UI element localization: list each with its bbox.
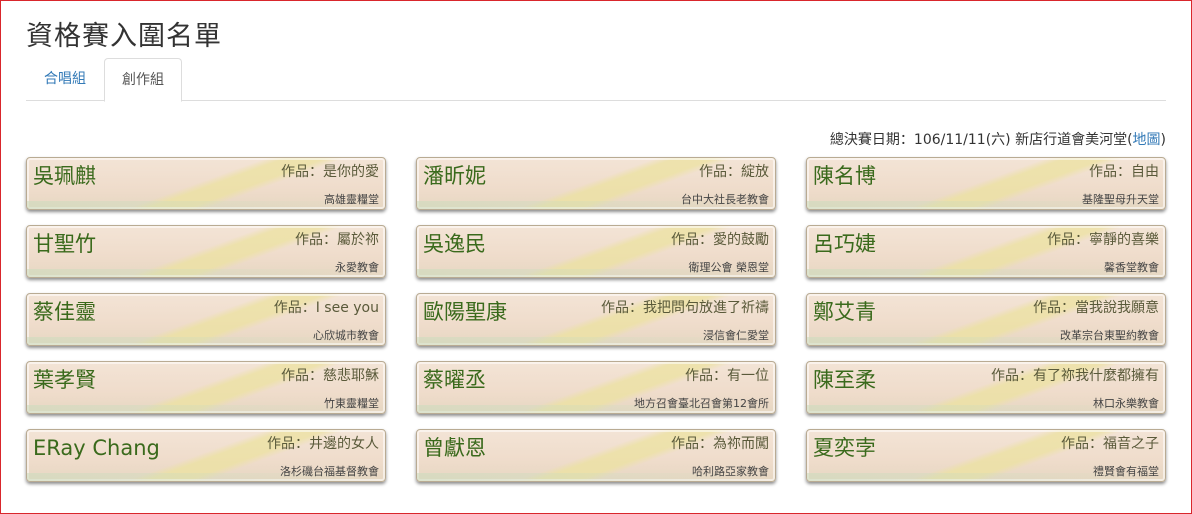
work-title: 屬於祢 xyxy=(337,232,379,248)
finalist-work: 作品：寧靜的喜樂 xyxy=(1047,229,1159,249)
finalist-church: 基隆聖母升天堂 xyxy=(1082,193,1159,206)
finalist-name: 蔡佳靈 xyxy=(33,300,96,324)
work-prefix: 作品： xyxy=(267,436,309,452)
finalist-name: ERay Chang xyxy=(33,436,160,460)
page-title: 資格賽入圍名單 xyxy=(26,21,222,52)
finalist-name: 歐陽聖康 xyxy=(423,300,507,324)
work-title: 自由 xyxy=(1131,164,1159,180)
work-title: 有了祢我什麼都擁有 xyxy=(1033,368,1159,384)
finalist-name: 鄭艾青 xyxy=(813,300,876,324)
finalist-card: 甘聖竹 作品：屬於祢永愛教會 xyxy=(26,225,386,278)
finalist-name: 呂巧婕 xyxy=(813,232,876,256)
work-prefix: 作品： xyxy=(1089,164,1131,180)
work-prefix: 作品： xyxy=(1033,300,1075,316)
map-link[interactable]: 地圖 xyxy=(1133,132,1161,148)
finalist-work: 作品：我把問句放進了祈禱 xyxy=(601,297,769,317)
finalist-work: 作品：自由 xyxy=(1089,161,1159,181)
finalist-work: 作品：為祢而闖 xyxy=(671,433,769,453)
work-prefix: 作品： xyxy=(671,436,713,452)
finalist-church: 心欣城市教會 xyxy=(313,329,379,342)
finalist-work: 作品：是你的愛 xyxy=(281,161,379,181)
finalist-church: 地方召會臺北召會第12會所 xyxy=(634,397,769,410)
work-prefix: 作品： xyxy=(671,232,713,248)
finalist-work: 作品：慈悲耶穌 xyxy=(281,365,379,385)
work-title: 福音之子 xyxy=(1103,436,1159,452)
finalist-church: 高雄靈糧堂 xyxy=(324,193,379,206)
finalist-name: 葉孝賢 xyxy=(33,368,96,392)
work-title: 寧靜的喜樂 xyxy=(1089,232,1159,248)
finalist-name: 吳珮麒 xyxy=(33,164,96,188)
work-prefix: 作品： xyxy=(273,300,316,316)
finalist-name: 陳名博 xyxy=(813,164,876,188)
finalist-card: 潘昕妮 作品：綻放台中大社長老教會 xyxy=(416,157,776,210)
finalist-church: 衛理公會 榮恩堂 xyxy=(688,261,770,274)
work-prefix: 作品： xyxy=(281,368,323,384)
finalist-church: 林口永樂教會 xyxy=(1093,397,1159,410)
finalist-work: 作品：I see you xyxy=(274,297,379,317)
finalist-work: 作品：綻放 xyxy=(699,161,769,181)
finalist-church: 台中大社長老教會 xyxy=(681,193,769,206)
finalist-name: 曾獻恩 xyxy=(423,436,486,460)
work-title: 是你的愛 xyxy=(323,164,379,180)
finalist-card: 曾獻恩 作品：為祢而闖哈利路亞家教會 xyxy=(416,429,776,482)
finalist-name: 吳逸民 xyxy=(423,232,486,256)
work-prefix: 作品： xyxy=(699,164,741,180)
finalist-work: 作品：屬於祢 xyxy=(295,229,379,249)
finalist-church: 永愛教會 xyxy=(335,261,379,274)
work-title: 為祢而闖 xyxy=(713,436,769,452)
finalist-work: 作品：有了祢我什麼都擁有 xyxy=(991,365,1159,385)
work-title: 慈悲耶穌 xyxy=(323,368,379,384)
final-event-close: ) xyxy=(1160,132,1166,148)
finalist-church: 竹東靈糧堂 xyxy=(324,397,379,410)
work-prefix: 作品： xyxy=(295,232,337,248)
finalist-card: 吳珮麒 作品：是你的愛高雄靈糧堂 xyxy=(26,157,386,210)
tab-composition[interactable]: 創作組 xyxy=(104,58,182,102)
finalist-church: 改革宗台東聖約教會 xyxy=(1060,329,1159,342)
work-prefix: 作品： xyxy=(991,368,1033,384)
finalist-church: 浸信會仁愛堂 xyxy=(703,329,769,342)
work-title: 井邊的女人 xyxy=(309,436,379,452)
final-event-text: 總決賽日期：106/11/11(六) 新店行道會美河堂( xyxy=(829,132,1133,148)
finalist-card: 鄭艾青 作品：當我說我願意改革宗台東聖約教會 xyxy=(806,293,1166,346)
work-prefix: 作品： xyxy=(281,164,323,180)
finalist-work: 作品：當我說我願意 xyxy=(1033,297,1159,317)
finalist-card: 陳至柔 作品：有了祢我什麼都擁有林口永樂教會 xyxy=(806,361,1166,414)
work-title: I see you xyxy=(315,300,379,316)
work-title: 有一位 xyxy=(727,368,769,384)
finalist-card: 葉孝賢 作品：慈悲耶穌竹東靈糧堂 xyxy=(26,361,386,414)
finalist-work: 作品：井邊的女人 xyxy=(267,433,379,453)
finalist-card: 夏奕孛 作品：福音之子禮賢會有福堂 xyxy=(806,429,1166,482)
finalist-work: 作品：愛的鼓勵 xyxy=(671,229,769,249)
work-title: 當我說我願意 xyxy=(1075,300,1159,316)
finalist-work: 作品：福音之子 xyxy=(1061,433,1159,453)
finalist-name: 陳至柔 xyxy=(813,368,876,392)
finalist-name: 潘昕妮 xyxy=(423,164,486,188)
work-prefix: 作品： xyxy=(1061,436,1103,452)
finalist-work: 作品：有一位 xyxy=(685,365,769,385)
finalist-church: 禮賢會有福堂 xyxy=(1093,465,1159,478)
finalist-name: 夏奕孛 xyxy=(813,436,876,460)
finalist-card: 吳逸民 作品：愛的鼓勵衛理公會 榮恩堂 xyxy=(416,225,776,278)
work-title: 我把問句放進了祈禱 xyxy=(643,300,769,316)
finalist-card: 蔡曜丞 作品：有一位地方召會臺北召會第12會所 xyxy=(416,361,776,414)
finalist-card: 呂巧婕 作品：寧靜的喜樂馨香堂教會 xyxy=(806,225,1166,278)
work-prefix: 作品： xyxy=(601,300,643,316)
finalist-card: ERay Chang 作品：井邊的女人洛杉磯台福基督教會 xyxy=(26,429,386,482)
finalist-church: 洛杉磯台福基督教會 xyxy=(280,465,379,478)
work-prefix: 作品： xyxy=(685,368,727,384)
tab-choir[interactable]: 合唱組 xyxy=(26,58,104,101)
work-prefix: 作品： xyxy=(1047,232,1089,248)
finalist-church: 馨香堂教會 xyxy=(1104,261,1159,274)
work-title: 綻放 xyxy=(741,164,769,180)
final-event-info: 總決賽日期：106/11/11(六) 新店行道會美河堂(地圖) xyxy=(830,129,1166,149)
finalist-card: 歐陽聖康 作品：我把問句放進了祈禱浸信會仁愛堂 xyxy=(416,293,776,346)
finalist-card: 蔡佳靈 作品：I see you 心欣城市教會 xyxy=(26,293,386,346)
finalist-name: 甘聖竹 xyxy=(33,232,96,256)
finalist-name: 蔡曜丞 xyxy=(423,368,486,392)
finalist-church: 哈利路亞家教會 xyxy=(692,465,769,478)
work-title: 愛的鼓勵 xyxy=(713,232,769,248)
finalist-grid: 吳珮麒 作品：是你的愛 高雄靈糧堂 潘昕妮 作品：綻放 台中大社長老教會 陳名博 作品：自由基… xyxy=(26,157,1166,497)
tab-bar: 合唱組 創作組 xyxy=(26,58,1166,102)
finalist-card: 陳名博 作品：自由基隆聖母升天堂 xyxy=(806,157,1166,210)
